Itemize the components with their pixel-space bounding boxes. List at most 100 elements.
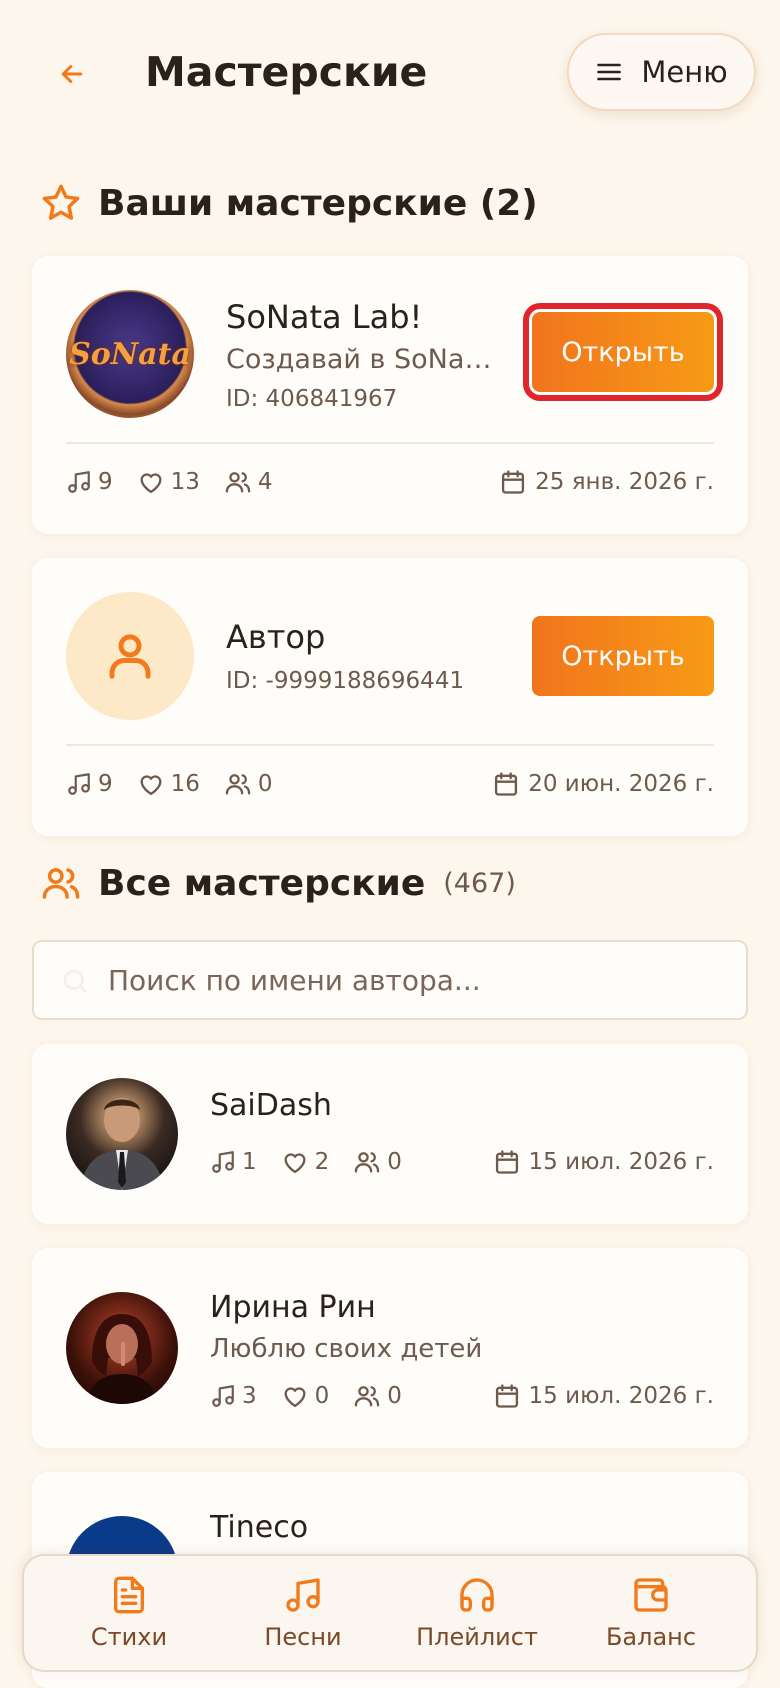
row-stats: 1 2 0: [210, 1148, 402, 1176]
search-icon: [60, 966, 90, 996]
card-date: 20 июн. 2026 г.: [492, 770, 714, 798]
songs-stat: 9: [66, 771, 113, 797]
workshop-name: SaiDash: [210, 1088, 332, 1123]
search-input[interactable]: [108, 963, 708, 997]
workshop-name: Tineco: [210, 1510, 309, 1545]
users-icon: [355, 1152, 380, 1173]
workshop-description: Люблю своих детей: [210, 1334, 483, 1364]
workshop-id: ID: -9999188696441: [226, 668, 465, 694]
calendar-icon: [495, 1150, 518, 1174]
list-item[interactable]: SaiDash 1 2 0 15 июл. 2026 г.: [32, 1044, 748, 1224]
likes-count: 0: [314, 1383, 330, 1409]
calendar-icon: [502, 470, 525, 494]
all-section-count: (467): [443, 867, 516, 899]
heart-icon: [140, 775, 162, 796]
divider: [66, 442, 714, 444]
members-count: 0: [257, 771, 273, 797]
row-date: 15 июл. 2026 г.: [493, 1382, 714, 1410]
songs-stat: 1: [210, 1149, 257, 1175]
likes-stat: 0: [281, 1382, 330, 1410]
card-stats: 9 13 4: [66, 468, 273, 496]
own-section-title: Ваши мастерские (2): [98, 182, 538, 224]
all-section-title: Все мастерские: [98, 862, 426, 904]
date-text: 25 янв. 2026 г.: [535, 469, 714, 495]
songs-stat: 9: [66, 469, 113, 495]
workshop-card-author: Автор ID: -9999188696441 Открыть 9 16 0 …: [32, 558, 748, 836]
nav-label: Стихи: [90, 1623, 168, 1651]
hamburger-icon: [597, 63, 622, 81]
card-stats: 9 16 0: [66, 770, 273, 798]
likes-stat: 13: [137, 468, 200, 496]
avatar: [66, 1292, 178, 1404]
own-section-heading: Ваши мастерские (2): [40, 182, 538, 224]
avatar: SoNata: [66, 290, 194, 418]
nav-item-playlist[interactable]: Плейлист: [397, 1575, 557, 1651]
workshop-id: ID: 406841967: [226, 386, 398, 412]
menu-label: Меню: [641, 55, 728, 89]
nav-label: Песни: [264, 1623, 342, 1651]
members-stat: 0: [224, 770, 273, 798]
avatar-logo-text: SoNata: [69, 336, 191, 372]
date-text: 15 июл. 2026 г.: [528, 1383, 714, 1409]
members-count: 4: [257, 469, 273, 495]
document-icon: [114, 1576, 144, 1614]
users-icon: [355, 1386, 380, 1407]
nav-label: Баланс: [605, 1623, 697, 1651]
likes-count: 2: [314, 1149, 330, 1175]
workshop-description: Создавай в SoNata Lab!: [226, 344, 496, 375]
songs-count: 9: [98, 771, 113, 797]
page-title: Мастерские: [145, 48, 428, 96]
workshop-name: Автор: [226, 618, 326, 656]
heart-icon: [140, 473, 162, 494]
user-icon: [109, 634, 151, 679]
list-item[interactable]: Ирина Рин Люблю своих детей 3 0 0 15 июл…: [32, 1248, 748, 1448]
avatar: [66, 592, 194, 720]
members-stat: 0: [353, 1382, 402, 1410]
nav-label: Плейлист: [416, 1623, 538, 1651]
nav-item-balance[interactable]: Баланс: [571, 1575, 731, 1651]
music-note-icon: [212, 1151, 234, 1173]
songs-count: 3: [242, 1383, 257, 1409]
music-note-icon: [212, 1385, 234, 1407]
avatar: [66, 1078, 178, 1190]
calendar-icon: [495, 1384, 518, 1408]
divider: [66, 744, 714, 746]
date-text: 15 июл. 2026 г.: [528, 1149, 714, 1175]
row-stats: 3 0 0: [210, 1382, 402, 1410]
wallet-icon: [634, 1578, 668, 1612]
music-note-icon: [68, 471, 90, 493]
menu-button[interactable]: Меню: [567, 33, 756, 111]
likes-count: 16: [170, 771, 200, 797]
likes-count: 13: [170, 469, 200, 495]
songs-count: 9: [98, 469, 113, 495]
open-button[interactable]: Открыть: [529, 309, 717, 395]
users-icon: [225, 774, 251, 795]
members-count: 0: [387, 1383, 402, 1409]
workshop-card-sonata: SoNata SoNata Lab! Создавай в SoNata Lab…: [32, 256, 748, 534]
songs-count: 1: [242, 1149, 257, 1175]
users-icon: [42, 868, 80, 899]
bottom-nav: Стихи Песни Плейлист Баланс: [22, 1554, 758, 1672]
nav-item-songs[interactable]: Песни: [223, 1575, 383, 1651]
users-icon: [225, 472, 251, 493]
calendar-icon: [495, 772, 518, 796]
star-icon: [42, 184, 80, 220]
heart-icon: [284, 1153, 306, 1174]
headphones-icon: [460, 1578, 494, 1612]
row-date: 15 июл. 2026 г.: [493, 1148, 714, 1176]
members-stat: 0: [353, 1148, 402, 1176]
heart-icon: [284, 1387, 306, 1408]
open-button[interactable]: Открыть: [532, 616, 714, 696]
members-stat: 4: [224, 468, 273, 496]
likes-stat: 2: [281, 1148, 330, 1176]
nav-item-poems[interactable]: Стихи: [49, 1575, 209, 1651]
card-date: 25 янв. 2026 г.: [499, 468, 714, 496]
arrow-left-icon: [61, 65, 83, 83]
music-note-icon: [286, 1578, 320, 1612]
date-text: 20 июн. 2026 г.: [528, 771, 714, 797]
workshop-name: SoNata Lab!: [226, 298, 423, 336]
back-button[interactable]: [50, 52, 94, 96]
search-box: [32, 940, 748, 1020]
all-section-heading: Все мастерские (467): [40, 862, 516, 904]
likes-stat: 16: [137, 770, 200, 798]
